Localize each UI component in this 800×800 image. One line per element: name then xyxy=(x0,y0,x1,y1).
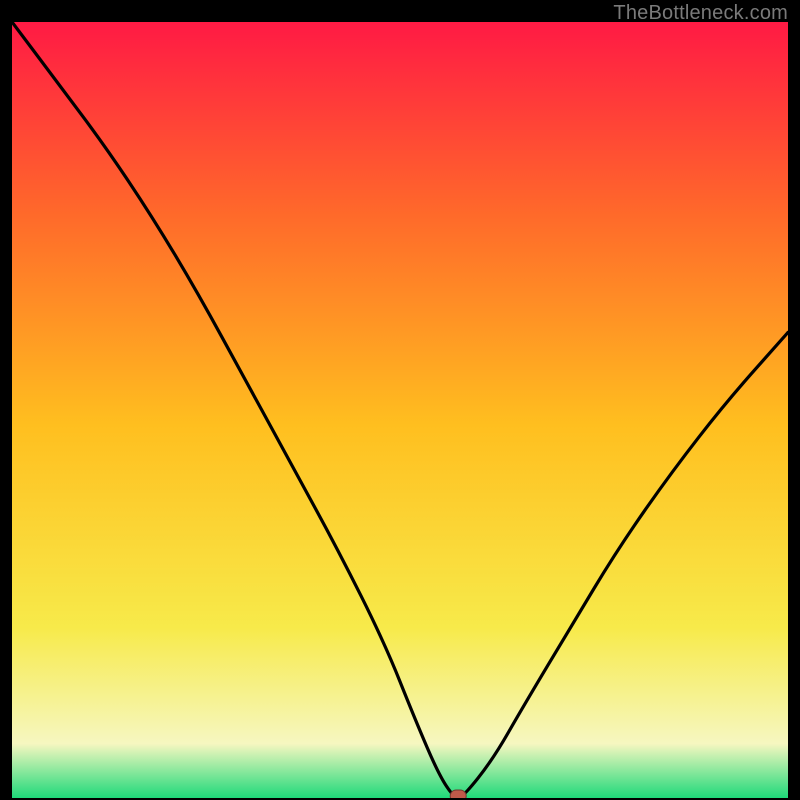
chart-frame xyxy=(12,22,788,798)
bottleneck-chart xyxy=(12,22,788,798)
optimum-marker xyxy=(450,790,466,798)
